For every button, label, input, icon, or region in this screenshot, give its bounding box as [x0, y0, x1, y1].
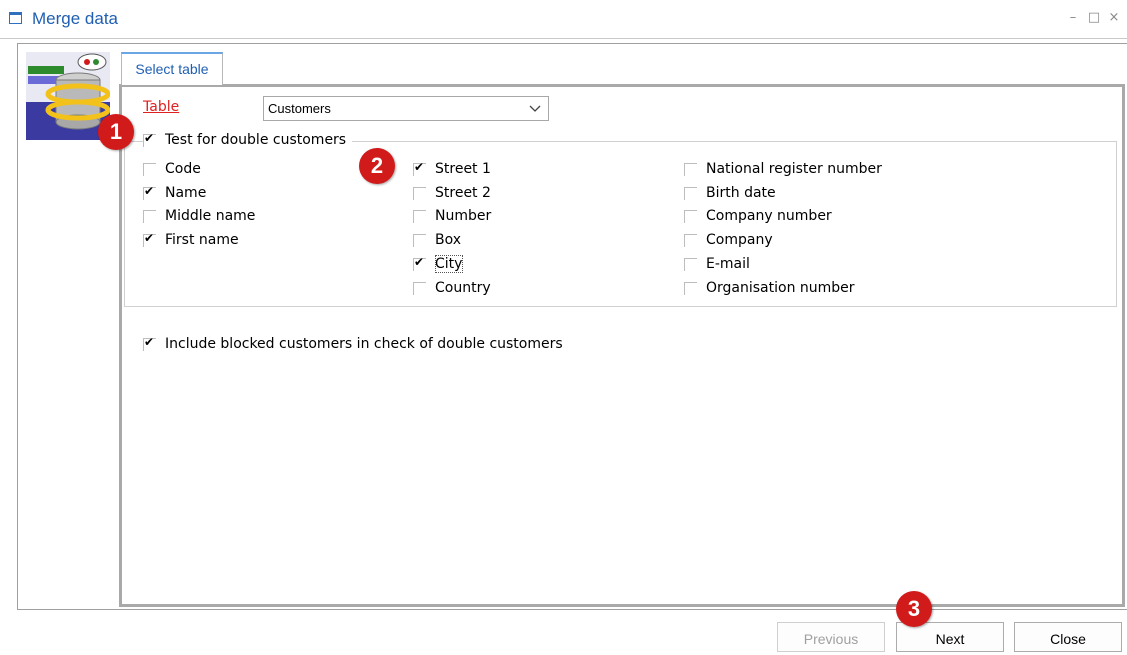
checkbox-box[interactable] — [143, 209, 156, 223]
field-city-checkbox[interactable]: City — [413, 255, 464, 273]
field-number-checkbox[interactable]: Number — [413, 207, 491, 225]
field-first-name-checkbox[interactable]: First name — [143, 231, 239, 249]
checkbox-box[interactable] — [684, 281, 697, 295]
checkbox-box[interactable] — [684, 233, 697, 247]
window-title: Merge data — [32, 9, 118, 28]
step-badge-2: 2 — [359, 148, 395, 184]
field-code-checkbox[interactable]: Code — [143, 160, 201, 178]
field-company-checkbox[interactable]: Company — [684, 231, 773, 249]
minimize-icon[interactable]: – — [1066, 10, 1080, 25]
checkbox-box[interactable] — [684, 186, 697, 200]
field-birth-date-checkbox[interactable]: Birth date — [684, 184, 776, 202]
checkbox-box[interactable] — [413, 160, 426, 176]
checkbox-box[interactable] — [684, 209, 697, 223]
close-icon[interactable]: × — [1107, 10, 1121, 25]
step-badge-3: 3 — [896, 591, 932, 627]
field-national-register-checkbox[interactable]: National register number — [684, 160, 882, 178]
table-label-link[interactable]: Table — [143, 99, 179, 115]
checkbox-box[interactable] — [684, 162, 697, 176]
checkbox-box[interactable] — [413, 209, 426, 223]
field-middle-name-checkbox[interactable]: Middle name — [143, 207, 255, 225]
field-street2-checkbox[interactable]: Street 2 — [413, 184, 491, 202]
tab-select-table[interactable]: Select table — [121, 52, 223, 85]
field-organisation-number-checkbox[interactable]: Organisation number — [684, 279, 855, 297]
window-icon — [9, 12, 22, 24]
checkbox-box[interactable] — [413, 255, 426, 271]
title-separator — [0, 38, 1127, 39]
step-badge-1: 1 — [98, 114, 134, 150]
checkbox-box[interactable] — [143, 231, 156, 247]
include-blocked-checkbox[interactable]: Include blocked customers in check of do… — [143, 335, 563, 353]
table-select[interactable]: Customers — [263, 96, 549, 121]
table-select-value: Customers — [268, 101, 331, 116]
field-email-checkbox[interactable]: E-mail — [684, 255, 750, 273]
field-box-checkbox[interactable]: Box — [413, 231, 461, 249]
double-test-group — [124, 141, 1117, 307]
chevron-down-icon[interactable] — [521, 97, 548, 120]
database-logo-icon — [26, 52, 110, 140]
field-street1-checkbox[interactable]: Street 1 — [413, 160, 491, 178]
checkbox-box[interactable] — [143, 131, 156, 147]
checkbox-box[interactable] — [413, 233, 426, 247]
checkbox-box[interactable] — [413, 186, 426, 200]
maximize-icon[interactable]: □ — [1087, 10, 1101, 25]
checkbox-box[interactable] — [143, 162, 156, 176]
double-test-checkbox[interactable]: Test for double customers — [143, 131, 353, 149]
checkbox-box[interactable] — [143, 184, 156, 200]
field-company-number-checkbox[interactable]: Company number — [684, 207, 832, 225]
field-country-checkbox[interactable]: Country — [413, 279, 491, 297]
field-name-checkbox[interactable]: Name — [143, 184, 206, 202]
checkbox-box[interactable] — [143, 335, 156, 351]
checkbox-box[interactable] — [413, 281, 426, 295]
checkbox-box[interactable] — [684, 257, 697, 271]
